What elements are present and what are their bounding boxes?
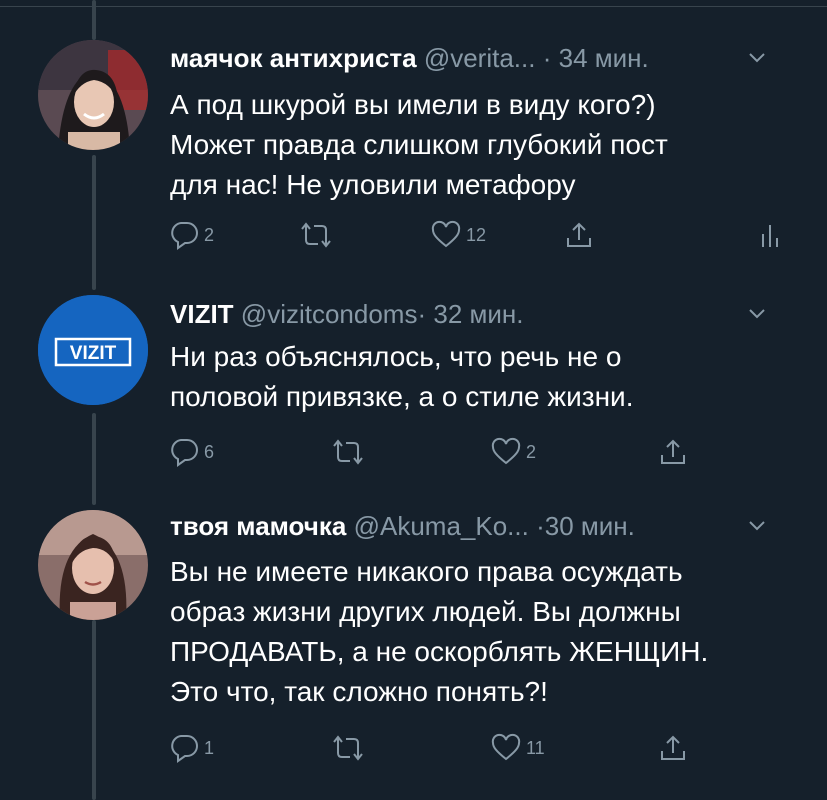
share-button[interactable]: [658, 733, 688, 763]
display-name[interactable]: VIZIT: [170, 299, 234, 329]
text-line: ПРОДАВАТЬ, а не оскорблять ЖЕНЩИН.: [170, 636, 709, 667]
like-icon: [431, 220, 461, 248]
separator: ·: [542, 43, 552, 73]
username[interactable]: @Akuma_Ko...: [354, 511, 529, 541]
retweet-button[interactable]: [330, 437, 370, 467]
reply-button[interactable]: 2: [168, 220, 214, 250]
like-button[interactable]: 2: [490, 437, 536, 467]
analytics-icon: [762, 225, 778, 247]
like-count: 12: [466, 224, 487, 245]
tweet-actions: 6 2: [168, 437, 698, 467]
tweet-text: Ни раз объяснялось, что речь не о полово…: [170, 337, 790, 417]
reply-count: 2: [204, 224, 215, 245]
vizit-logo-text: VIZIT: [70, 343, 117, 364]
retweet-button[interactable]: [330, 733, 370, 763]
text-line: Это что, так сложно понять?!: [170, 676, 548, 707]
share-icon: [661, 735, 685, 760]
retweet-icon: [333, 735, 363, 761]
analytics-button[interactable]: [758, 220, 782, 250]
tweet-actions: 2 12: [168, 220, 798, 250]
avatar[interactable]: [38, 510, 148, 620]
like-icon: [491, 733, 521, 761]
reply-count: 1: [204, 737, 215, 758]
tweet-header: твоя мамочка @Akuma_Ko... ·30 мин.: [170, 510, 635, 542]
retweet-icon: [333, 439, 363, 465]
display-name[interactable]: твоя мамочка: [170, 511, 346, 541]
like-count: 2: [526, 441, 537, 462]
chevron-down-icon[interactable]: [747, 519, 767, 533]
retweet-button[interactable]: [298, 220, 338, 250]
text-line: Ни раз объяснялось, что речь не о: [170, 341, 622, 372]
text-line: половой привязке, а о стиле жизни.: [170, 381, 634, 412]
reply-button[interactable]: 1: [168, 733, 214, 763]
tweet[interactable]: VIZIT VIZIT @vizitcondoms· 32 мин. Ни ра…: [0, 285, 827, 500]
reply-count: 6: [204, 441, 215, 462]
share-button[interactable]: [658, 437, 688, 467]
chevron-down-icon[interactable]: [747, 51, 767, 65]
tweet-text: А под шкурой вы имели в виду кого?) Може…: [170, 85, 790, 205]
tweet-text: Вы не имеете никакого права осуждать обр…: [170, 552, 790, 712]
tweet-actions: 1 11: [168, 733, 698, 763]
reply-button[interactable]: 6: [168, 437, 214, 467]
avatar[interactable]: [38, 40, 148, 150]
like-button[interactable]: 11: [490, 733, 545, 763]
username[interactable]: @vizitcondoms: [241, 299, 418, 329]
text-line: образ жизни других людей. Вы должны: [170, 596, 681, 627]
separator: ·: [417, 299, 427, 329]
reply-icon: [171, 439, 198, 467]
share-button[interactable]: [564, 220, 594, 250]
tweet[interactable]: маячок антихриста @verita... · 34 мин. А…: [0, 0, 827, 285]
reply-icon: [171, 735, 198, 763]
text-line: А под шкурой вы имели в виду кого?): [170, 89, 656, 120]
tweet[interactable]: твоя мамочка @Akuma_Ko... ·30 мин. Вы не…: [0, 500, 827, 800]
timestamp[interactable]: 30 мин.: [545, 511, 635, 541]
timestamp[interactable]: 34 мин.: [559, 43, 649, 73]
like-icon: [491, 437, 521, 465]
timestamp[interactable]: 32 мин.: [433, 299, 523, 329]
like-count: 11: [526, 737, 545, 758]
share-icon: [567, 222, 591, 247]
text-line: для нас! Не уловили метафору: [170, 169, 576, 200]
avatar[interactable]: VIZIT: [38, 295, 148, 405]
like-button[interactable]: 12: [430, 220, 486, 250]
share-icon: [661, 439, 685, 464]
display-name[interactable]: маячок антихриста: [170, 43, 417, 73]
tweet-header: VIZIT @vizitcondoms· 32 мин.: [170, 298, 524, 330]
text-line: Вы не имеете никакого права осуждать: [170, 556, 683, 587]
reply-icon: [171, 222, 198, 250]
retweet-icon: [301, 222, 331, 248]
text-line: Может правда слишком глубокий пост: [170, 129, 668, 160]
separator: ·: [536, 511, 545, 541]
username[interactable]: @verita...: [424, 43, 536, 73]
tweet-header: маячок антихриста @verita... · 34 мин.: [170, 42, 649, 74]
chevron-down-icon[interactable]: [747, 307, 767, 321]
